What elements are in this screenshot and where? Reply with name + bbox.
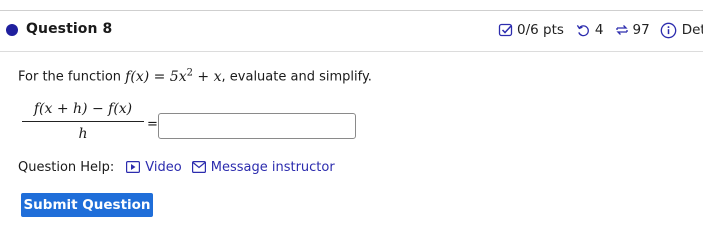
attempts-count: 97 [632,22,650,38]
video-link[interactable]: Video [126,159,182,175]
envelope-icon [191,161,206,173]
header-divider [0,51,703,52]
answer-input[interactable] [158,113,356,139]
fraction-bar [22,121,144,122]
function-math: f(x) = 5x [125,68,187,85]
function-tail: + x [192,68,222,85]
question-status-dot [6,24,18,36]
difference-quotient: f(x + h) − f(x) h [22,101,144,142]
function-expression: f(x) = 5x2 + x [125,67,222,85]
message-link-label: Message instructor [210,159,335,175]
video-link-label: Video [145,159,182,175]
retries-count: 4 [594,22,604,38]
video-icon [126,161,141,173]
fraction-numerator: f(x + h) − f(x) [33,101,133,117]
equals-sign: = [147,117,158,132]
question-prompt: For the function f(x) = 5x2 + x, evaluat… [18,67,372,85]
submit-question-button[interactable]: Submit Question [21,193,153,217]
checkbox-score-icon [498,22,514,38]
prompt-suffix: , evaluate and simplify. [221,69,372,85]
retry-icon [576,23,591,38]
question-title: Question 8 [26,21,113,37]
points-text: 0/6 pts [517,22,564,38]
help-label: Question Help: [18,159,115,175]
prompt-prefix: For the function [18,69,122,85]
question-help: Question Help: Video Message instructor [18,158,335,176]
info-icon[interactable] [660,22,677,39]
top-divider [0,10,703,11]
attempts-cycle-icon [614,22,630,38]
message-instructor-link[interactable]: Message instructor [191,159,335,175]
question-meta: 0/6 pts 4 97 Deta [498,21,703,39]
fraction-denominator: h [78,126,88,142]
details-link[interactable]: Deta [682,22,703,38]
